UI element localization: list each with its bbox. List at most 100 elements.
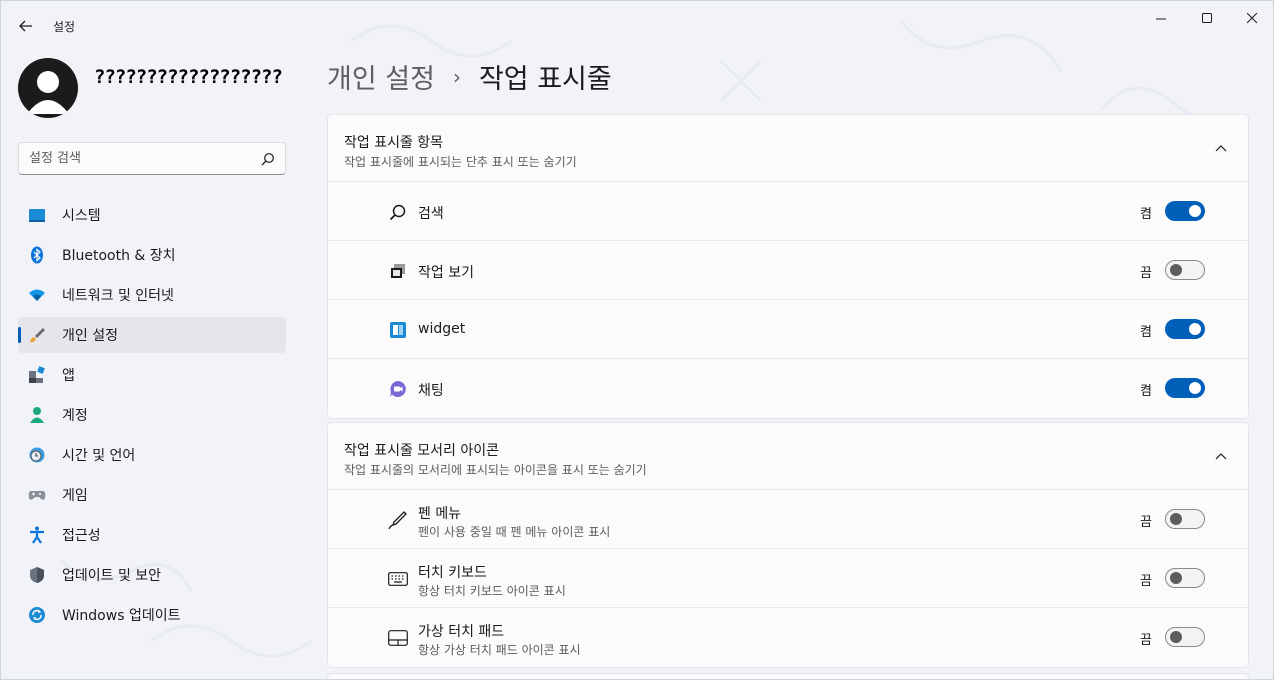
chevron-up-icon	[1215, 453, 1227, 460]
task-view-icon	[388, 261, 408, 281]
task-view-toggle[interactable]	[1165, 260, 1205, 280]
toggle-knob	[1170, 631, 1182, 643]
sidebar-item-label: 계정	[62, 408, 88, 424]
sidebar-item-accessibility[interactable]: 접근성	[18, 517, 286, 553]
section-header[interactable]: 작업 표시줄 항목 작업 표시줄에 표시되는 단추 표시 또는 숨기기	[328, 115, 1248, 182]
toggle-state-text: 끔	[1140, 574, 1152, 589]
chat-toggle[interactable]	[1165, 378, 1205, 398]
avatar[interactable]	[18, 58, 78, 118]
breadcrumb-separator: ›	[452, 64, 461, 89]
close-icon	[1246, 12, 1257, 23]
sidebar-item-personalization[interactable]: 개인 설정	[18, 317, 286, 353]
close-button[interactable]	[1229, 1, 1273, 35]
maximize-button[interactable]	[1184, 1, 1230, 35]
setting-row-touch-keyboard: 터치 키보드 항상 터치 키보드 아이콘 표시 끔	[328, 549, 1248, 608]
clock-globe-icon	[28, 446, 46, 464]
setting-description: 항상 터치 키보드 아이콘 표시	[418, 584, 566, 598]
setting-label: 터치 키보드	[418, 565, 487, 581]
back-arrow-icon	[19, 20, 32, 32]
setting-row-task-view: 작업 보기 끔	[328, 241, 1248, 300]
section-header[interactable]: 작업 표시줄 모서리 아이콘 작업 표시줄의 모서리에 표시되는 아이콘을 표시…	[328, 423, 1248, 490]
next-section-card	[327, 673, 1249, 679]
sidebar-item-label: Bluetooth & 장치	[62, 248, 176, 264]
toggle-state-text: 끔	[1140, 633, 1152, 648]
section-subtitle: 작업 표시줄에 표시되는 단추 표시 또는 숨기기	[344, 155, 577, 169]
breadcrumb-parent[interactable]: 개인 설정	[327, 57, 435, 96]
toggle-state-text: 끔	[1140, 515, 1152, 530]
setting-description: 펜이 사용 중일 때 펜 메뉴 아이콘 표시	[418, 525, 611, 539]
section-title: 작업 표시줄 모서리 아이콘	[344, 443, 500, 459]
search-icon	[388, 202, 408, 222]
setting-row-widgets: widget 켬	[328, 300, 1248, 359]
title-bar: 설정	[1, 1, 1273, 49]
sidebar-item-accounts[interactable]: 계정	[18, 397, 286, 433]
sync-icon	[28, 606, 46, 624]
sidebar-item-bluetooth[interactable]: Bluetooth & 장치	[18, 237, 286, 273]
breadcrumb: 개인 설정 › 작업 표시줄	[327, 57, 612, 96]
person-silhouette-icon	[27, 71, 69, 114]
person-icon	[28, 406, 46, 424]
toggle-knob	[1170, 572, 1182, 584]
widgets-icon	[388, 320, 408, 340]
toggle-state-text: 켬	[1140, 325, 1152, 340]
sidebar-item-label: 업데이트 및 보안	[62, 568, 162, 584]
touchpad-icon	[388, 628, 408, 648]
sidebar-item-label: 게임	[62, 488, 88, 504]
touch-keyboard-toggle[interactable]	[1165, 568, 1205, 588]
minimize-button[interactable]	[1138, 1, 1184, 35]
settings-search-box[interactable]	[18, 142, 286, 175]
setting-row-pen-menu: 펜 메뉴 펜이 사용 중일 때 펜 메뉴 아이콘 표시 끔	[328, 490, 1248, 549]
setting-description: 항상 가상 터치 패드 아이콘 표시	[418, 643, 581, 657]
toggle-state-text: 켬	[1140, 384, 1152, 399]
search-input[interactable]	[29, 151, 261, 166]
taskbar-corner-icons-section: 작업 표시줄 모서리 아이콘 작업 표시줄의 모서리에 표시되는 아이콘을 표시…	[327, 422, 1249, 668]
chat-icon	[388, 379, 408, 399]
sidebar-item-label: 앱	[62, 368, 75, 384]
toggle-knob	[1189, 205, 1201, 217]
sidebar-item-label: Windows 업데이트	[62, 608, 181, 624]
sidebar-item-system[interactable]: 시스템	[18, 197, 286, 233]
setting-label: widget	[418, 321, 466, 337]
sidebar-item-gaming[interactable]: 게임	[18, 477, 286, 513]
toggle-knob	[1170, 264, 1182, 276]
sidebar-item-windows-update[interactable]: Windows 업데이트	[18, 597, 286, 633]
widgets-toggle[interactable]	[1165, 319, 1205, 339]
pen-menu-toggle[interactable]	[1165, 509, 1205, 529]
sidebar-item-label: 접근성	[62, 528, 101, 544]
page-title: 작업 표시줄	[478, 64, 612, 95]
system-monitor-icon	[28, 206, 46, 224]
bluetooth-icon	[28, 246, 46, 264]
setting-label: 채팅	[418, 383, 444, 399]
setting-row-chat: 채팅 켬	[328, 359, 1248, 418]
taskbar-items-section: 작업 표시줄 항목 작업 표시줄에 표시되는 단추 표시 또는 숨기기 검색 켬…	[327, 114, 1249, 419]
setting-row-virtual-touchpad: 가상 터치 패드 항상 가상 터치 패드 아이콘 표시 끔	[328, 608, 1248, 667]
setting-label: 작업 보기	[418, 265, 474, 281]
sidebar-item-update-security[interactable]: 업데이트 및 보안	[18, 557, 286, 593]
chevron-up-icon	[1215, 145, 1227, 152]
setting-label: 가상 터치 패드	[418, 624, 505, 640]
sidebar-item-label: 시스템	[62, 208, 101, 224]
wifi-icon	[28, 286, 46, 304]
sidebar-item-time-language[interactable]: 시간 및 언어	[18, 437, 286, 473]
toggle-knob	[1170, 513, 1182, 525]
search-toggle[interactable]	[1165, 201, 1205, 221]
toggle-knob	[1189, 323, 1201, 335]
pen-icon	[388, 510, 408, 530]
gamepad-icon	[28, 486, 46, 504]
sidebar-item-network[interactable]: 네트워크 및 인터넷	[18, 277, 286, 313]
shield-icon	[28, 566, 46, 584]
maximize-icon	[1201, 12, 1212, 23]
accessibility-icon	[28, 526, 46, 544]
virtual-touchpad-toggle[interactable]	[1165, 627, 1205, 647]
toggle-state-text: 끔	[1140, 266, 1152, 281]
app-title: 설정	[53, 20, 76, 34]
back-button[interactable]	[13, 13, 39, 39]
setting-label: 펜 메뉴	[418, 506, 462, 522]
apps-icon	[28, 366, 46, 384]
toggle-state-text: 켬	[1140, 207, 1152, 222]
sidebar-item-apps[interactable]: 앱	[18, 357, 286, 393]
sidebar-item-label: 시간 및 언어	[62, 448, 136, 464]
sidebar-item-label: 개인 설정	[62, 328, 118, 344]
keyboard-icon	[388, 569, 408, 589]
setting-row-search: 검색 켬	[328, 182, 1248, 241]
